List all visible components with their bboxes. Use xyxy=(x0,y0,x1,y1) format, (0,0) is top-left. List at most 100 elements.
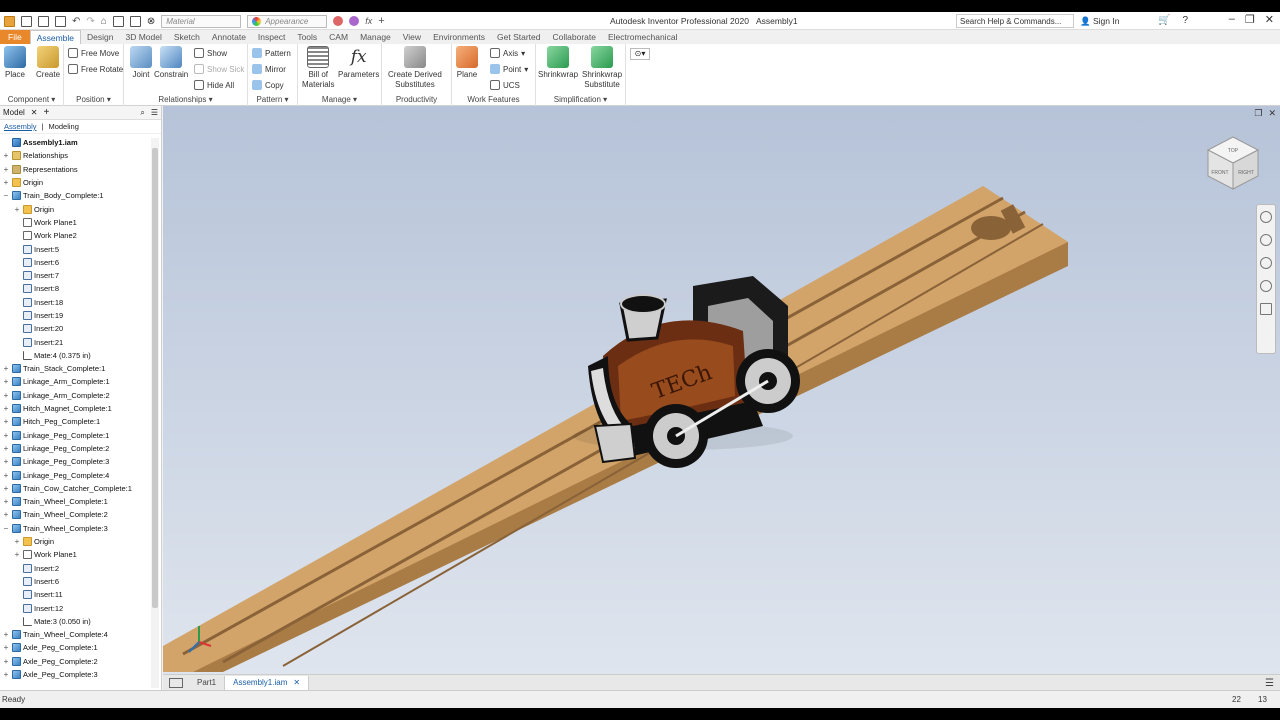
place-button[interactable]: Place xyxy=(4,46,26,80)
manage-group-label[interactable]: Manage ▾ xyxy=(298,95,381,104)
simplification-group-label[interactable]: Simplification ▾ xyxy=(536,95,625,104)
tree-node[interactable]: Insert:5 xyxy=(0,242,150,255)
expand-toggle-icon[interactable]: + xyxy=(2,471,10,480)
tab-assemble[interactable]: Assemble xyxy=(29,30,82,44)
tree-node[interactable]: Assembly1.iam xyxy=(0,136,150,149)
tab-manage[interactable]: Manage xyxy=(354,30,397,44)
tree-node[interactable]: Insert:2 xyxy=(0,562,150,575)
expand-toggle-icon[interactable]: + xyxy=(13,205,21,214)
menu-icon[interactable]: ☰ xyxy=(151,108,158,117)
tree-node[interactable]: + Representations xyxy=(0,163,150,176)
tree-node[interactable]: + Linkage_Peg_Complete:1 xyxy=(0,429,150,442)
view-cube[interactable]: TOP FRONT RIGHT xyxy=(1204,134,1262,192)
joint-button[interactable]: Joint xyxy=(130,46,152,80)
pan-icon[interactable] xyxy=(1260,234,1272,246)
tree-node[interactable]: + Train_Stack_Complete:1 xyxy=(0,362,150,375)
tab-electromechanical[interactable]: Electromechanical xyxy=(602,30,683,44)
viewport-close-icon[interactable]: ✕ xyxy=(1268,108,1276,119)
expand-toggle-icon[interactable]: + xyxy=(2,417,10,426)
tree-node[interactable]: + Work Plane1 xyxy=(0,548,150,561)
tree-node[interactable]: + Train_Wheel_Complete:1 xyxy=(0,495,150,508)
shrinkwrap-button[interactable]: Shrinkwrap xyxy=(538,46,578,80)
tab-file[interactable]: File xyxy=(0,30,30,44)
ucs-button[interactable]: UCS xyxy=(490,80,520,90)
tree-node[interactable]: + Origin xyxy=(0,176,150,189)
doc-tab-part1[interactable]: Part1 xyxy=(189,675,226,690)
tree-node[interactable]: Mate:3 (0.050 in) xyxy=(0,615,150,628)
point-button[interactable]: Point ▾ xyxy=(490,64,528,74)
copy-button[interactable]: Copy xyxy=(252,80,284,90)
close-browser-icon[interactable]: ✕ xyxy=(31,108,38,117)
expand-toggle-icon[interactable]: + xyxy=(2,510,10,519)
browser-scrollbar[interactable] xyxy=(151,138,159,688)
modeling-view-tab[interactable]: Modeling xyxy=(48,122,78,131)
tree-node[interactable]: + Relationships xyxy=(0,149,150,162)
tab-collaborate[interactable]: Collaborate xyxy=(547,30,602,44)
mirror-button[interactable]: Mirror xyxy=(252,64,286,74)
tab-tools[interactable]: Tools xyxy=(291,30,323,44)
tree-node[interactable]: + Axle_Peg_Complete:2 xyxy=(0,655,150,668)
tree-node[interactable]: + Origin xyxy=(0,535,150,548)
tree-node[interactable]: Work Plane1 xyxy=(0,216,150,229)
create-derived-substitutes-button[interactable]: Create Derived Substitutes xyxy=(388,46,442,90)
bill-of-materials-button[interactable]: Bill of Materials xyxy=(302,46,334,90)
tree-node[interactable]: Insert:11 xyxy=(0,588,150,601)
tab-cam[interactable]: CAM xyxy=(323,30,354,44)
tree-node[interactable]: − Train_Wheel_Complete:3 xyxy=(0,522,150,535)
pattern-group-label[interactable]: Pattern ▾ xyxy=(248,95,297,104)
expand-toggle-icon[interactable]: + xyxy=(2,630,10,639)
expand-toggle-icon[interactable]: + xyxy=(2,444,10,453)
tree-node[interactable]: Insert:18 xyxy=(0,296,150,309)
redo-icon[interactable]: ↷ xyxy=(86,16,94,27)
expand-toggle-icon[interactable]: + xyxy=(2,178,10,187)
tabs-menu-icon[interactable]: ☰ xyxy=(1265,678,1274,689)
expand-toggle-icon[interactable]: + xyxy=(2,391,10,400)
expand-toggle-icon[interactable]: + xyxy=(13,537,21,546)
tree-node[interactable]: + Linkage_Peg_Complete:2 xyxy=(0,442,150,455)
axis-button[interactable]: Axis ▾ xyxy=(490,48,525,58)
panel-options-icon[interactable]: ⊙▾ xyxy=(630,48,650,60)
hide-all-button[interactable]: Hide All xyxy=(194,80,234,90)
tree-node[interactable]: Insert:21 xyxy=(0,335,150,348)
relationships-group-label[interactable]: Relationships ▾ xyxy=(124,95,247,104)
assembly-view-tab[interactable]: Assembly xyxy=(4,122,37,131)
tree-node[interactable]: + Train_Wheel_Complete:4 xyxy=(0,628,150,641)
expand-toggle-icon[interactable]: + xyxy=(13,550,21,559)
viewport-restore-icon[interactable]: ❐ xyxy=(1254,108,1262,119)
home-icon[interactable]: ⌂ xyxy=(101,16,107,27)
tree-node[interactable]: + Linkage_Arm_Complete:1 xyxy=(0,375,150,388)
update-icon[interactable] xyxy=(129,15,141,27)
expand-toggle-icon[interactable]: − xyxy=(2,524,10,533)
expand-toggle-icon[interactable]: + xyxy=(2,657,10,666)
tree-node[interactable]: + Axle_Peg_Complete:1 xyxy=(0,641,150,654)
tab-annotate[interactable]: Annotate xyxy=(206,30,252,44)
tree-node[interactable]: + Hitch_Peg_Complete:1 xyxy=(0,415,150,428)
expand-toggle-icon[interactable]: + xyxy=(2,404,10,413)
tab-get-started[interactable]: Get Started xyxy=(491,30,546,44)
add-icon[interactable]: + xyxy=(378,15,384,27)
clear-appearance-icon[interactable] xyxy=(333,16,344,26)
fx-icon[interactable]: fx xyxy=(365,16,372,26)
tab-environments[interactable]: Environments xyxy=(427,30,491,44)
orbit-icon[interactable] xyxy=(1260,280,1272,292)
tab-design[interactable]: Design xyxy=(81,30,119,44)
expand-toggle-icon[interactable]: − xyxy=(2,191,10,200)
tree-node[interactable]: + Linkage_Peg_Complete:4 xyxy=(0,468,150,481)
shrinkwrap-substitute-button[interactable]: Shrinkwrap Substitute xyxy=(582,46,622,90)
tree-node[interactable]: − Train_Body_Complete:1 xyxy=(0,189,150,202)
tree-node[interactable]: Insert:12 xyxy=(0,601,150,614)
expand-toggle-icon[interactable]: + xyxy=(2,377,10,386)
tree-node[interactable]: Mate:4 (0.375 in) xyxy=(0,349,150,362)
sign-in-link[interactable]: 👤 Sign In xyxy=(1080,16,1119,27)
constrain-button[interactable]: Constrain xyxy=(154,46,188,80)
select-icon[interactable] xyxy=(112,15,124,27)
doc-tab-assembly1[interactable]: Assembly1.iam ✕ xyxy=(225,675,310,690)
close-tab-icon[interactable]: ✕ xyxy=(293,678,300,687)
tree-node[interactable]: + Train_Wheel_Complete:2 xyxy=(0,508,150,521)
minimize-button[interactable]: – xyxy=(1229,13,1235,26)
free-move-button[interactable]: Free Move xyxy=(68,48,119,58)
expand-toggle-icon[interactable]: + xyxy=(2,484,10,493)
show-sick-button[interactable]: Show Sick xyxy=(194,64,244,74)
inventor-logo-icon[interactable] xyxy=(4,15,15,27)
tree-node[interactable]: + Origin xyxy=(0,202,150,215)
